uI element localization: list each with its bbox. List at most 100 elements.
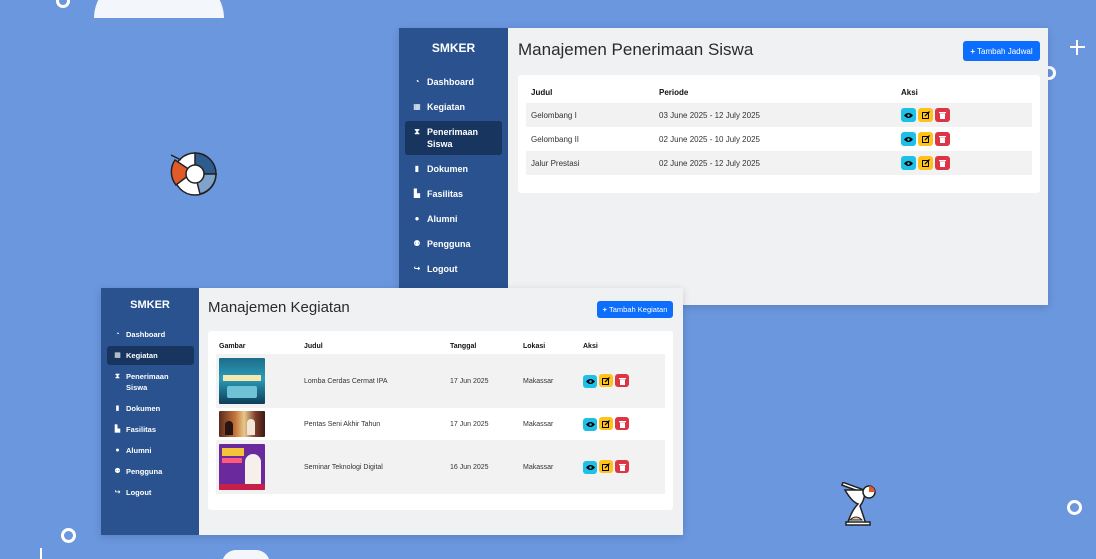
edit-button[interactable] <box>599 460 613 474</box>
cell-judul: Seminar Teknologi Digital <box>301 440 447 494</box>
trash-icon <box>618 377 626 385</box>
add-schedule-button[interactable]: + Tambah Jadwal <box>963 41 1040 61</box>
sidebar-item-dokumen[interactable]: ▮ Dokumen <box>405 158 502 180</box>
edit-button[interactable] <box>599 417 613 431</box>
table-row: Jalur Prestasi 02 June 2025 - 12 July 20… <box>526 151 1032 175</box>
sidebar-item-label: Penerimaan Siswa <box>126 372 169 392</box>
edit-button[interactable] <box>918 155 933 170</box>
view-button[interactable] <box>901 108 916 123</box>
line-decoration <box>40 548 42 559</box>
edit-icon <box>602 462 610 471</box>
sidebar-item-label: Dokumen <box>126 404 161 413</box>
art-show-photo[interactable] <box>219 411 265 437</box>
schedule-table-card: Judul Periode Aksi Gelombang I 03 June 2… <box>518 75 1040 193</box>
view-button[interactable] <box>901 132 916 147</box>
sidebar-item-alumni[interactable]: ● Alumni <box>107 441 194 460</box>
sidebar-item-penerimaan-siswa[interactable]: ⧗ Penerimaan Siswa <box>107 367 194 397</box>
seminar-poster-image[interactable] <box>219 444 265 490</box>
view-button[interactable] <box>583 417 597 431</box>
sidebar-item-label: Alumni <box>427 214 458 224</box>
edit-icon <box>602 419 610 428</box>
sidebar: SMKER ◔ Dashboard ▦ Kegiatan ⧗ Penerimaan S… <box>399 28 508 305</box>
delete-button[interactable] <box>615 374 629 388</box>
sidebar-item-label: Dashboard <box>427 77 475 87</box>
cell-lokasi: Makassar <box>523 420 554 428</box>
sidebar-item-alumni[interactable]: ● Alumni <box>405 208 502 230</box>
sidebar-item-dashboard[interactable]: ◔ Dashboard <box>107 325 194 344</box>
brand-logo[interactable]: SMKER <box>101 288 199 323</box>
trash-icon <box>939 111 946 119</box>
hourglass-illustration <box>841 482 876 526</box>
column-header-periode[interactable]: Periode <box>654 83 896 103</box>
view-button[interactable] <box>583 374 597 388</box>
sidebar-item-kegiatan[interactable]: ▦ Kegiatan <box>405 96 502 118</box>
edit-button[interactable] <box>599 374 613 388</box>
building-icon: ▙ <box>114 426 121 433</box>
sidebar-nav: ◔ Dashboard ▦ Kegiatan ⧗ Penerimaan Siswa ▮… <box>101 323 199 502</box>
edit-icon <box>921 134 930 143</box>
hourglass-icon: ⧗ <box>414 127 420 136</box>
cell-periode: 02 June 2025 - 10 July 2025 <box>659 134 760 144</box>
cloud-decoration <box>222 550 270 559</box>
cell-actions <box>896 103 1032 127</box>
edit-button[interactable] <box>918 107 933 122</box>
quiz-poster-image[interactable] <box>219 358 265 404</box>
sidebar-item-label: Alumni <box>126 446 152 455</box>
sidebar-item-dashboard[interactable]: ◔ Dashboard <box>405 71 502 93</box>
view-button[interactable] <box>901 156 916 171</box>
sidebar-item-pengguna[interactable]: ⚉ Pengguna <box>107 462 194 481</box>
sidebar-item-label: Penerimaan Siswa <box>427 127 479 149</box>
penerimaan-window: SMKER ◔ Dashboard ▦ Kegiatan ⧗ Penerimaan S… <box>399 28 1048 305</box>
cell-gambar <box>216 408 301 440</box>
cell-judul: Gelombang I <box>526 103 654 127</box>
table-header-row: Gambar Judul Tanggal Lokasi Aksi <box>216 338 665 354</box>
users-cog-icon: ⚉ <box>114 468 121 475</box>
delete-button[interactable] <box>615 460 629 474</box>
sidebar-item-fasilitas[interactable]: ▙ Fasilitas <box>405 183 502 205</box>
table-row: Lomba Cerdas Cermat IPA 17 Jun 2025 Maka… <box>216 354 665 408</box>
building-icon: ▙ <box>413 189 421 198</box>
sidebar-item-kegiatan[interactable]: ▦ Kegiatan <box>107 346 194 365</box>
delete-button[interactable] <box>935 131 950 146</box>
brand-logo[interactable]: SMKER <box>399 28 508 68</box>
cell-actions <box>580 408 665 440</box>
add-activity-button[interactable]: + Tambah Kegiatan <box>597 301 673 318</box>
main-content: Manajemen Penerimaan Siswa + Tambah Jadwa… <box>508 28 1048 305</box>
column-header-tanggal[interactable]: Tanggal <box>447 338 520 354</box>
trash-icon <box>618 463 626 471</box>
sidebar: SMKER ◔ Dashboard ▦ Kegiatan ⧗ Penerimaan S… <box>101 288 199 535</box>
sidebar-item-label: Logout <box>126 488 152 497</box>
sidebar-item-label: Dokumen <box>427 164 469 174</box>
sidebar-item-logout[interactable]: ↪ Logout <box>107 483 194 502</box>
table-row: Pentas Seni Akhir Tahun 17 Jun 2025 Maka… <box>216 408 665 440</box>
sidebar-item-pengguna[interactable]: ⚉ Pengguna <box>405 233 502 255</box>
eye-icon <box>585 378 595 384</box>
edit-button[interactable] <box>918 131 933 146</box>
column-header-lokasi[interactable]: Lokasi <box>520 338 580 354</box>
delete-button[interactable] <box>935 155 950 170</box>
cell-actions <box>580 440 665 494</box>
cell-judul: Gelombang II <box>531 134 580 144</box>
column-header-judul[interactable]: Judul <box>526 83 654 103</box>
users-icon: ● <box>414 214 420 223</box>
sidebar-item-penerimaan-siswa[interactable]: ⧗ Penerimaan Siswa <box>405 121 502 155</box>
delete-button[interactable] <box>935 107 950 122</box>
sidebar-item-fasilitas[interactable]: ▙ Fasilitas <box>107 420 194 439</box>
cell-judul: Lomba Cerdas Cermat IPA <box>301 354 447 408</box>
eye-icon <box>585 464 595 470</box>
eye-icon <box>904 136 913 142</box>
table-row: Seminar Teknologi Digital 16 Jun 2025 Ma… <box>216 440 665 494</box>
table-header-row: Judul Periode Aksi <box>526 83 1032 103</box>
sidebar-item-label: Fasilitas <box>126 425 157 434</box>
trash-icon <box>939 135 946 143</box>
hourglass-icon: ⧗ <box>115 373 120 380</box>
sidebar-item-logout[interactable]: ↪ Logout <box>405 258 502 280</box>
view-button[interactable] <box>583 460 597 474</box>
activity-table-card: Gambar Judul Tanggal Lokasi Aksi Lomba C… <box>208 331 673 510</box>
cell-actions <box>580 354 665 408</box>
logout-icon: ↪ <box>114 489 121 496</box>
sidebar-item-dokumen[interactable]: ▮ Dokumen <box>107 399 194 418</box>
column-header-judul[interactable]: Judul <box>301 338 447 354</box>
delete-button[interactable] <box>615 417 629 431</box>
plus-icon: + <box>602 305 607 314</box>
